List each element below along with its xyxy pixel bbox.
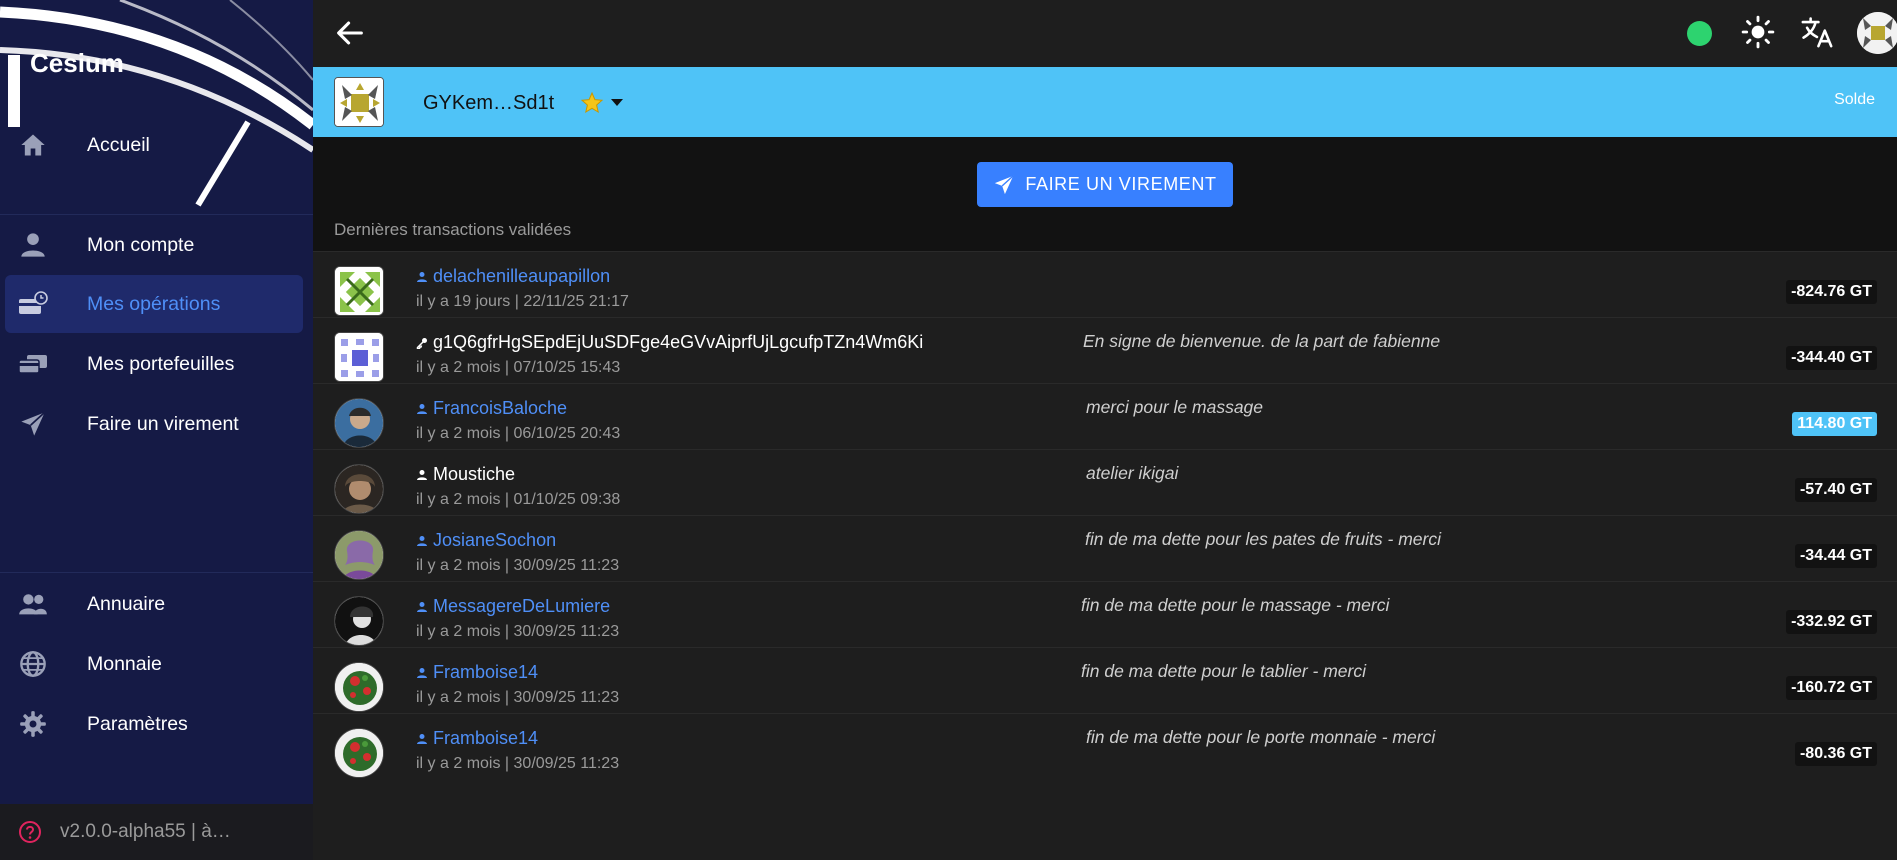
sidebar-item-label: Faire un virement	[87, 412, 239, 435]
user-photo-avatar	[334, 530, 384, 580]
user-photo-avatar	[334, 398, 384, 448]
top-toolbar	[313, 0, 1897, 67]
transaction-comment: atelier ikigai	[1086, 463, 1179, 483]
sidebar-item-label: Mon compte	[87, 233, 195, 256]
transaction-date: il y a 2 mois | 06/10/25 20:43	[416, 425, 621, 442]
transaction-issuer[interactable]: Framboise14	[416, 662, 538, 683]
transactions-heading: Dernières transactions validées	[334, 220, 572, 239]
sidebar-item-mes-portefeuilles[interactable]: Mes portefeuilles	[5, 335, 303, 393]
transaction-amount: -80.36 GT	[1794, 742, 1877, 766]
balance-label: Solde	[1834, 91, 1875, 108]
network-status-indicator[interactable]	[1687, 21, 1712, 46]
person-icon	[417, 403, 427, 414]
app-logo: Cesium	[30, 48, 124, 78]
transaction-comment: merci pour le massage	[1086, 397, 1264, 417]
person-icon	[417, 733, 427, 744]
transfer-section: FAIRE UN VIREMENT Dernières transactions…	[313, 137, 1897, 251]
transaction-amount: -332.92 GT	[1786, 610, 1877, 634]
sidebar-item-label: Accueil	[87, 133, 150, 156]
app-version: v2.0.0-alpha55 | à…	[60, 821, 231, 842]
person-icon	[417, 535, 427, 546]
transaction-issuer[interactable]: Moustiche	[416, 464, 515, 485]
key-icon	[416, 337, 427, 349]
person-icon	[417, 469, 427, 480]
identicon-avatar	[334, 332, 384, 382]
sidebar-item-annuaire[interactable]: Annuaire	[5, 575, 303, 633]
transaction-date: il y a 2 mois | 30/09/25 11:23	[416, 755, 620, 772]
sidebar-divider	[0, 214, 313, 215]
card-history-icon	[18, 289, 48, 319]
help-circle-icon	[19, 821, 41, 843]
transaction-date: il y a 2 mois | 01/10/25 09:38	[416, 491, 621, 508]
sun-icon[interactable]	[1741, 15, 1775, 49]
transaction-date: il y a 19 jours | 22/11/25 21:17	[416, 293, 629, 310]
sidebar-item-label: Mes opérations	[87, 292, 221, 315]
user-photo-avatar	[334, 596, 384, 646]
person-icon	[18, 230, 48, 260]
transaction-date: il y a 2 mois | 30/09/25 11:23	[416, 623, 620, 640]
transaction-issuer[interactable]: delachenilleaupapillon	[416, 266, 610, 287]
sidebar-item-label: Monnaie	[87, 652, 162, 675]
cards-icon	[18, 349, 48, 379]
user-photo-avatar	[334, 662, 384, 712]
paper-plane-icon	[18, 409, 48, 439]
transaction-comment: fin de ma dette pour le porte monnaie - …	[1086, 727, 1436, 747]
user-avatar[interactable]	[1857, 12, 1897, 54]
transaction-comment: fin de ma dette pour le tablier - merci	[1081, 661, 1366, 681]
paper-plane-icon	[995, 174, 1015, 194]
sidebar-item-faire-un-virement[interactable]: Faire un virement	[5, 395, 303, 453]
person-icon	[417, 667, 427, 678]
account-name: GYKem…Sd1t	[423, 92, 555, 114]
chevron-down-icon[interactable]	[611, 99, 623, 106]
account-avatar	[334, 77, 384, 127]
transaction-date: il y a 2 mois | 07/10/25 15:43	[416, 359, 621, 376]
user-photo-avatar	[334, 728, 384, 778]
sidebar-item-mes-operations[interactable]: Mes opérations	[5, 275, 303, 333]
home-icon	[18, 130, 48, 160]
transaction-issuer[interactable]: FrancoisBaloche	[416, 398, 567, 419]
person-icon	[417, 271, 427, 282]
transaction-amount: -344.40 GT	[1786, 346, 1877, 370]
transaction-row[interactable]: Framboise14 il y a 2 mois | 30/09/25 11:…	[313, 713, 1897, 792]
transaction-amount: -160.72 GT	[1786, 676, 1877, 700]
sidebar-item-label: Mes portefeuilles	[87, 352, 235, 375]
transaction-date: il y a 2 mois | 30/09/25 11:23	[416, 557, 620, 574]
sidebar-item-label: Annuaire	[87, 592, 166, 615]
person-icon	[417, 601, 427, 612]
transaction-amount: -34.44 GT	[1794, 544, 1877, 568]
transaction-comment: fin de ma dette pour le massage - merci	[1081, 595, 1390, 615]
transfer-button-label: FAIRE UN VIREMENT	[1025, 174, 1217, 194]
transfer-button[interactable]: FAIRE UN VIREMENT	[977, 162, 1233, 207]
transaction-issuer[interactable]: MessagereDeLumiere	[416, 596, 610, 617]
user-photo-avatar	[334, 464, 384, 514]
sidebar-item-parametres[interactable]: Paramètres	[5, 695, 303, 753]
people-icon	[18, 589, 48, 619]
gear-icon	[18, 709, 48, 739]
sidebar-item-monnaie[interactable]: Monnaie	[5, 635, 303, 693]
sidebar-item-label: Paramètres	[87, 712, 188, 735]
transaction-issuer[interactable]: JosianeSochon	[416, 530, 556, 551]
identicon-avatar	[334, 266, 384, 316]
sidebar-item-mon-compte[interactable]: Mon compte	[5, 216, 303, 274]
header-decoration	[0, 0, 313, 207]
star-icon[interactable]	[580, 91, 604, 115]
account-header: GYKem…Sd1t Solde	[313, 67, 1897, 137]
sidebar-item-accueil[interactable]: Accueil	[5, 116, 303, 174]
sidebar-divider	[0, 572, 313, 573]
sidebar: Cesium Accueil Mon compte Mes opérations…	[0, 0, 313, 860]
transaction-list: delachenilleaupapillon il y a 19 jours |…	[313, 251, 1897, 860]
transaction-issuer[interactable]: Framboise14	[416, 728, 538, 749]
arrow-back-icon[interactable]	[333, 16, 367, 50]
globe-icon	[18, 649, 48, 679]
transaction-amount: 114.80 GT	[1792, 412, 1877, 436]
transaction-amount: -57.40 GT	[1794, 478, 1877, 502]
translate-icon[interactable]	[1800, 15, 1834, 49]
sidebar-footer[interactable]: v2.0.0-alpha55 | à…	[0, 804, 313, 860]
transaction-amount: -824.76 GT	[1786, 280, 1877, 304]
transaction-issuer[interactable]: g1Q6gfrHgSEpdEjUuSDFge4eGVvAiprfUjLgcufp…	[416, 332, 923, 353]
transaction-date: il y a 2 mois | 30/09/25 11:23	[416, 689, 620, 706]
transaction-comment: fin de ma dette pour les pates de fruits…	[1085, 529, 1441, 549]
transaction-comment: En signe de bienvenue. de la part de fab…	[1083, 331, 1441, 351]
